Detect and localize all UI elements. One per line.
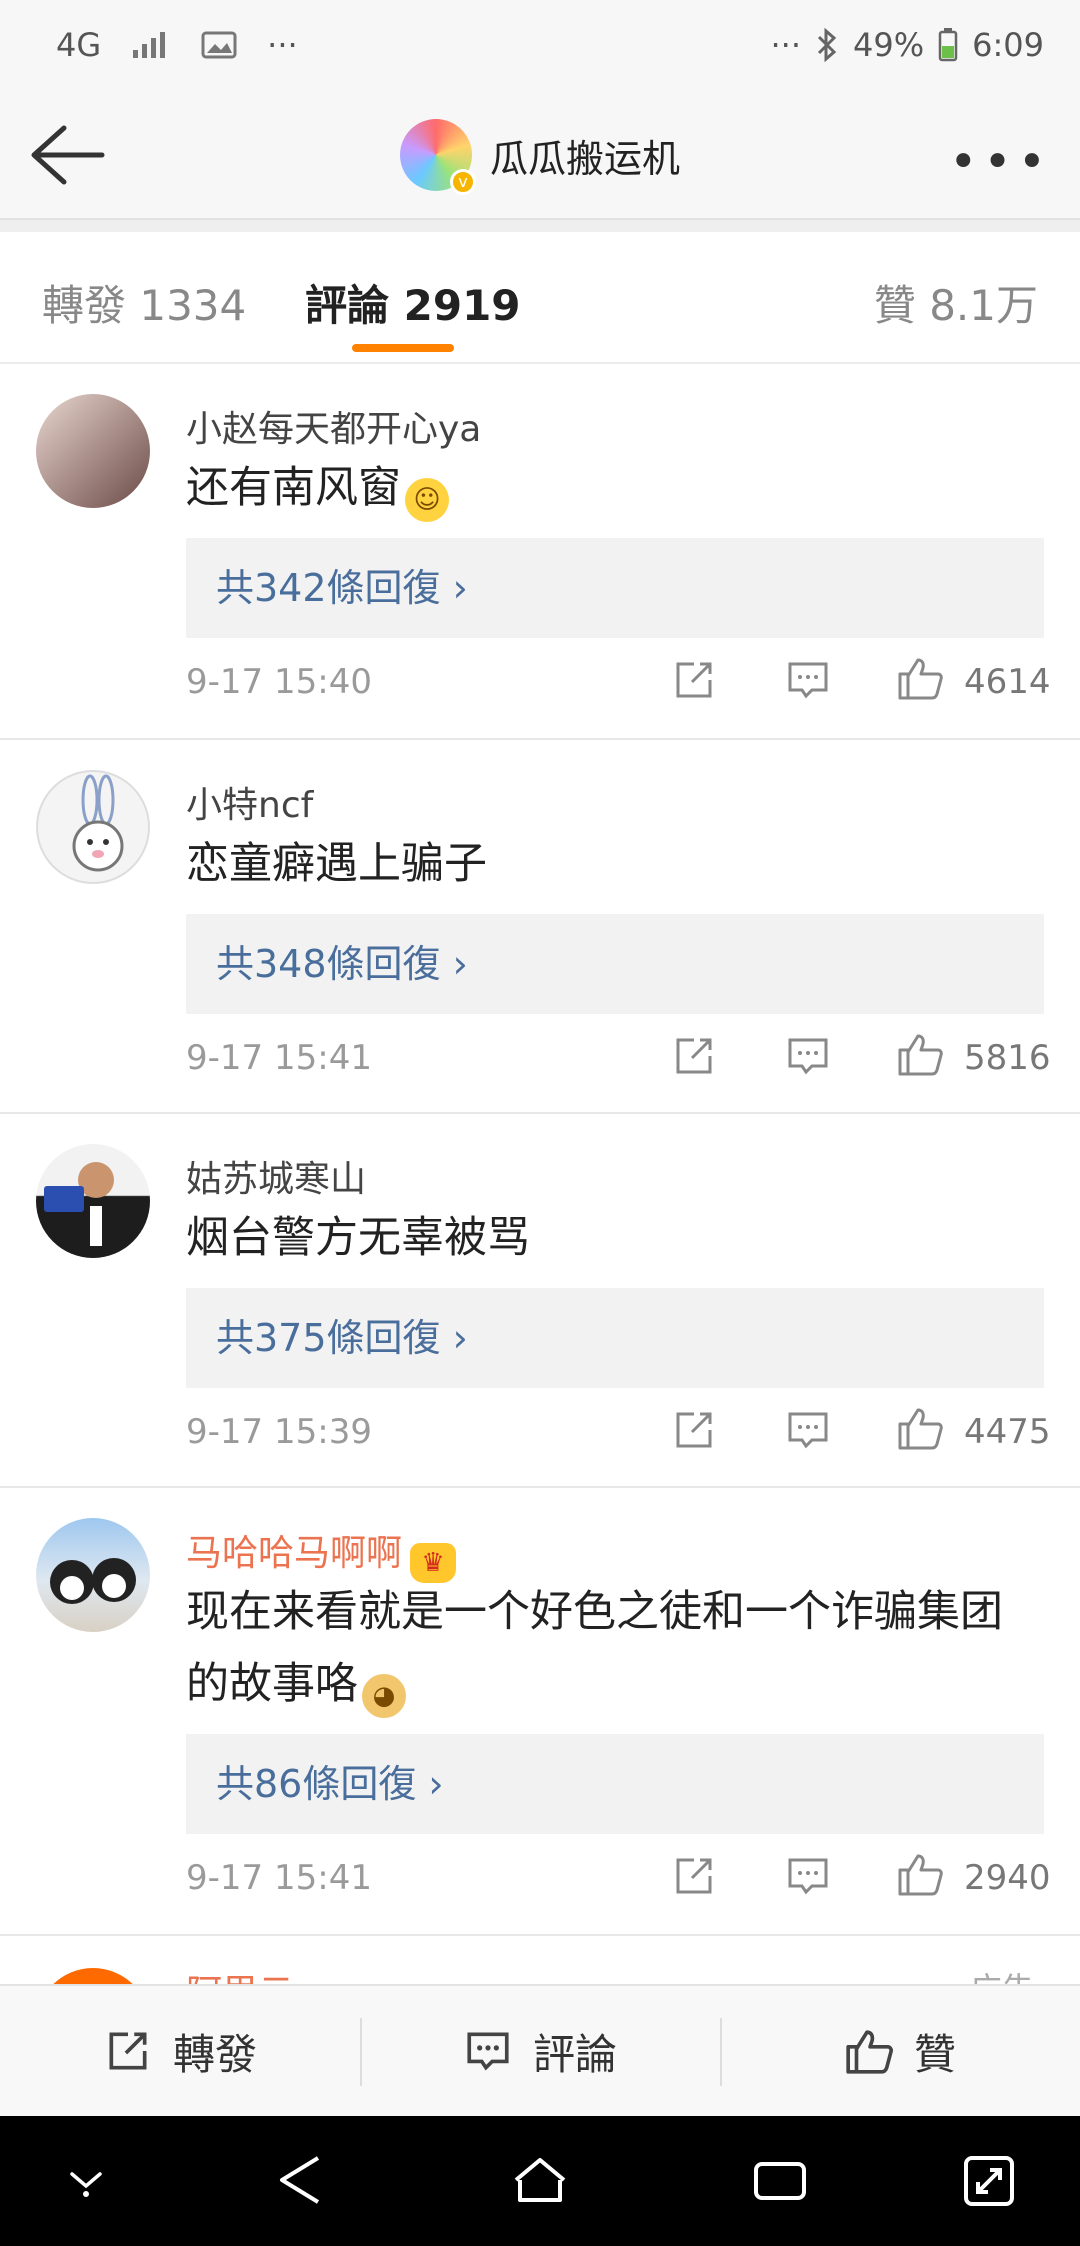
chevron-down-icon[interactable] xyxy=(64,2164,108,2200)
account-name[interactable]: 瓜瓜搬运机 xyxy=(490,128,680,183)
avatar[interactable] xyxy=(36,770,150,884)
comment-username[interactable]: 姑苏城寒山 xyxy=(186,1150,366,1202)
image-icon xyxy=(201,31,237,59)
comment-time: 9-17 15:41 xyxy=(186,1858,372,1898)
tab-likes[interactable]: 贊 8.1万 xyxy=(874,272,1038,333)
replies-link[interactable]: 共375條回復 › xyxy=(186,1288,1044,1388)
page-title[interactable]: v 瓜瓜搬运机 xyxy=(0,90,1080,220)
comment-item: 小特ncf 恋童癖遇上骗子 共348條回復 › 9-17 15:41 5816 xyxy=(0,740,1080,1114)
like-icon[interactable] xyxy=(896,654,944,702)
tab-comments[interactable]: 評論 2919 xyxy=(305,272,521,333)
like-label: 贊 xyxy=(913,2029,956,2079)
bottom-action-bar: 轉發 評論 贊 xyxy=(0,1984,1080,2116)
repost-icon[interactable] xyxy=(670,656,718,704)
signal-icon xyxy=(133,32,166,58)
comment-icon xyxy=(467,2032,509,2071)
avatar[interactable] xyxy=(36,1518,150,1632)
comment-time: 9-17 15:39 xyxy=(186,1412,372,1452)
comment-button[interactable]: 評論 xyxy=(360,1986,720,2116)
tab-reposts[interactable]: 轉發 1334 xyxy=(42,272,246,333)
comment-time: 9-17 15:41 xyxy=(186,1038,372,1078)
top-nav: v 瓜瓜搬运机 ••• xyxy=(0,90,1080,220)
comment-username[interactable]: 马哈哈马啊啊 ♛ xyxy=(186,1524,457,1583)
comment-list: 小赵每天都开心ya 还有南风窗 ☺ 共342條回復 › 9-17 15:40 46… xyxy=(0,364,1080,1936)
dogs-avatar-icon xyxy=(50,1558,136,1604)
partial-comment: 阿里云 广告 xyxy=(0,1944,1080,1984)
comment-icon[interactable] xyxy=(784,1032,832,1080)
like-count: 2940 xyxy=(964,1858,1051,1898)
like-count: 5816 xyxy=(964,1038,1051,1078)
separator xyxy=(0,220,1080,232)
comment-label: 評論 xyxy=(532,2029,617,2079)
comment-username[interactable]: 小特ncf xyxy=(186,776,313,828)
like-icon[interactable] xyxy=(896,1404,944,1452)
comment-text: 恋童癖遇上骗子 xyxy=(186,839,487,889)
avatar[interactable] xyxy=(36,1968,150,1984)
repost-icon[interactable] xyxy=(670,1032,718,1080)
back-triangle-icon[interactable] xyxy=(274,2152,326,2208)
clock: 6:09 xyxy=(972,26,1044,64)
comment-item: 马哈哈马啊啊 ♛ 现在来看就是一个好色之徒和一个诈骗集团 的故事咯 ◕ 共86條回復 … xyxy=(0,1488,1080,1936)
like-icon[interactable] xyxy=(896,1030,944,1078)
repost-icon[interactable] xyxy=(670,1852,718,1900)
comment-text: 烟台警方无辜被骂 xyxy=(186,1213,530,1263)
rabbit-avatar-icon xyxy=(72,774,124,872)
replies-link[interactable]: 共342條回復 › xyxy=(186,538,1044,638)
status-bar: 4G ··· ··· 49% 6:09 xyxy=(0,0,1080,90)
home-icon[interactable] xyxy=(510,2154,570,2206)
network-icon: 4G xyxy=(56,26,102,64)
comment-icon[interactable] xyxy=(784,1852,832,1900)
comment-text-line2: 的故事咯 xyxy=(186,1659,358,1709)
comment-text-line1: 现在来看就是一个好色之徒和一个诈骗集团 xyxy=(186,1587,1003,1637)
smile-emoji-icon: ☺ xyxy=(405,478,449,522)
like-icon xyxy=(846,2030,893,2074)
recents-icon[interactable] xyxy=(752,2156,808,2206)
comment-item: 姑苏城寒山 烟台警方无辜被骂 共375條回復 › 9-17 15:39 4475 xyxy=(0,1114,1080,1488)
repost-icon xyxy=(109,2032,147,2070)
repost-icon[interactable] xyxy=(670,1406,718,1454)
verified-badge: v xyxy=(449,169,476,195)
status-dots-right: ··· xyxy=(770,26,802,64)
battery-percent: 49% xyxy=(853,26,925,64)
tab-bar: 轉發 1334 評論 2919 贊 8.1万 xyxy=(0,232,1080,364)
ad-tag[interactable]: 广告 xyxy=(970,1964,1034,1984)
battery-icon xyxy=(938,28,958,62)
repost-label: 轉發 xyxy=(172,2029,257,2079)
comment-icon[interactable] xyxy=(784,656,832,704)
comment-username[interactable]: 阿里云 xyxy=(186,1964,294,1984)
more-icon[interactable]: ••• xyxy=(949,134,1052,190)
repost-button[interactable]: 轉發 xyxy=(0,1986,360,2116)
comment-icon[interactable] xyxy=(784,1406,832,1454)
like-count: 4475 xyxy=(964,1412,1051,1452)
comment-username[interactable]: 小赵每天都开心ya xyxy=(186,400,481,452)
vip-username[interactable]: 马哈哈马啊啊 xyxy=(186,1533,402,1574)
expand-icon[interactable] xyxy=(962,2152,1016,2208)
avatar[interactable] xyxy=(36,1144,150,1258)
doge-emoji-icon: ◕ xyxy=(362,1674,406,1718)
bluetooth-icon xyxy=(817,28,837,62)
comment-time: 9-17 15:40 xyxy=(186,662,372,702)
comment-text: 现在来看就是一个好色之徒和一个诈骗集团 的故事咯 ◕ xyxy=(186,1576,1046,1720)
replies-link[interactable]: 共348條回復 › xyxy=(186,914,1044,1014)
like-button[interactable]: 贊 xyxy=(720,1986,1080,2116)
person-avatar-icon xyxy=(44,1162,114,1246)
active-tab-indicator xyxy=(352,344,454,352)
replies-link[interactable]: 共86條回復 › xyxy=(186,1734,1044,1834)
like-icon[interactable] xyxy=(896,1850,944,1898)
like-count: 4614 xyxy=(964,662,1051,702)
account-avatar[interactable]: v xyxy=(399,119,476,195)
system-nav-bar xyxy=(0,2116,1080,2246)
comment-text: 还有南风窗 ☺ xyxy=(186,452,1046,524)
comment-text-line2-wrap: 的故事咯 ◕ xyxy=(186,1648,1046,1720)
avatar[interactable] xyxy=(36,394,150,508)
comment-text-content: 还有南风窗 xyxy=(186,463,401,513)
status-dots-left: ··· xyxy=(267,26,298,64)
comment-item: 小赵每天都开心ya 还有南风窗 ☺ 共342條回復 › 9-17 15:40 46… xyxy=(0,364,1080,740)
